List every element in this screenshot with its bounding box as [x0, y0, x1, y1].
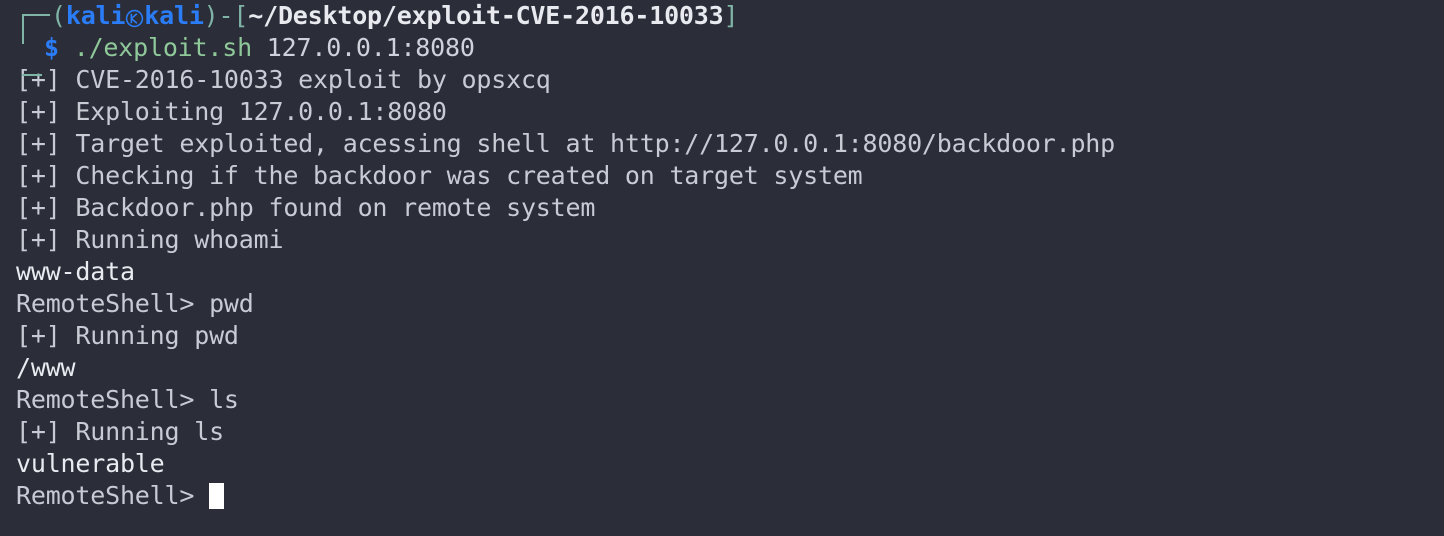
output-line: [+] Target exploited, acessing shell at … [16, 129, 1115, 158]
output-line: /www [16, 353, 76, 382]
block-cursor [209, 483, 225, 509]
prompt-user: kali [65, 1, 126, 30]
shell-prompt-line-1: (kali kali)-[~/Desktop/exploit-CVE-2016-1… [16, 0, 1444, 44]
output-line: [+] Running ls [16, 417, 224, 446]
prompt-box-top-line [22, 14, 50, 16]
output-line: [+] Exploiting 127.0.0.1:8080 [16, 97, 447, 126]
prompt-identity: (kali kali)-[~/Desktop/exploit-CVE-2016-1… [51, 0, 739, 32]
active-remote-shell-prompt[interactable]: RemoteShell> [16, 480, 1444, 512]
output-line: [+] Checking if the backdoor was created… [16, 161, 863, 190]
prompt-box-bottom-line [22, 74, 42, 76]
remote-shell-prompt-line: RemoteShell> pwd [16, 289, 254, 318]
remote-shell-prompt-line: RemoteShell> ls [16, 385, 239, 414]
output-line: [+] Backdoor.php found on remote system [16, 193, 596, 222]
executed-command: ./exploit.sh [73, 33, 252, 62]
output-line: www-data [16, 257, 135, 286]
output-line: [+] Running whoami [16, 225, 284, 254]
prompt-host: kali [144, 1, 204, 30]
prompt-open-paren: ( [51, 1, 66, 30]
prompt-dash: - [218, 1, 234, 30]
output-line: vulnerable [16, 449, 165, 478]
command-argument: 127.0.0.1:8080 [266, 33, 475, 62]
output-line: [+] CVE-2016-10033 exploit by opsxcq [16, 65, 551, 94]
command-entry[interactable]: $ ./exploit.sh 127.0.0.1:8080 [44, 32, 475, 64]
remote-shell-prompt-label: RemoteShell> [16, 481, 210, 510]
output-line: [+] Running pwd [16, 321, 239, 350]
prompt-dollar-symbol: $ [44, 33, 59, 62]
terminal-window[interactable]: (kali kali)-[~/Desktop/exploit-CVE-2016-1… [0, 0, 1444, 536]
prompt-close-paren: ) [203, 1, 219, 30]
shell-prompt-line-2: $ ./exploit.sh 127.0.0.1:8080 [16, 32, 1444, 76]
terminal-screen: (kali kali)-[~/Desktop/exploit-CVE-2016-1… [16, 0, 1444, 512]
prompt-close-bracket: ] [723, 1, 739, 30]
kali-dragon-icon [125, 1, 144, 30]
prompt-open-bracket: [ [233, 1, 249, 30]
prompt-working-directory: ~/Desktop/exploit-CVE-2016-10033 [248, 1, 724, 30]
